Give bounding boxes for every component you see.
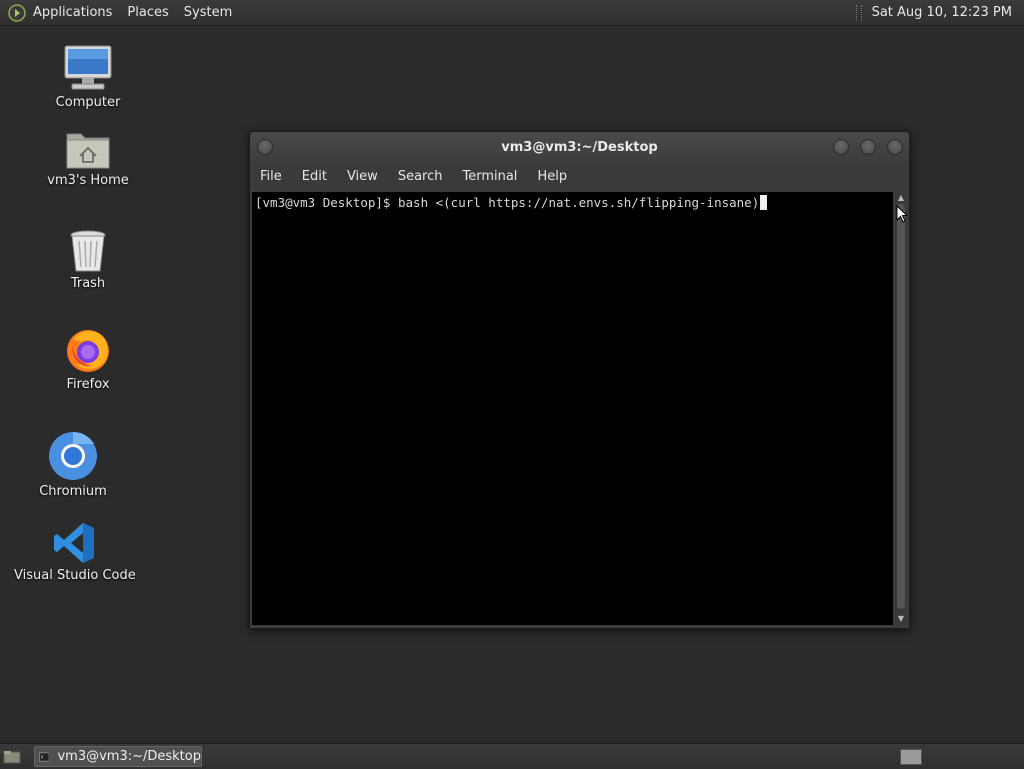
text-cursor [760,195,768,210]
terminal-command-line: [vm3@vm3 Desktop]$ bash <(curl https://n… [255,195,760,210]
taskbar-terminal-button[interactable]: vm3@vm3:~/Desktop [34,746,202,767]
terminal-titlebar[interactable]: vm3@vm3:~/Desktop [250,132,909,162]
computer-icon [64,45,112,90]
desktop-icon-label: Visual Studio Code [14,568,136,583]
scroll-down-arrow-icon[interactable]: ▼ [897,615,905,623]
terminal-icon [39,752,50,761]
menu-file[interactable]: File [260,169,282,184]
bottom-panel: vm3@vm3:~/Desktop [0,743,1024,769]
desktop-icon-label: Trash [70,276,106,291]
desktop-icon-vscode[interactable]: Visual Studio Code [14,521,136,583]
maximize-button[interactable] [860,139,876,155]
show-desktop-icon[interactable] [3,750,21,764]
desktop-icon-computer[interactable]: Computer [48,44,128,110]
terminal-menubar: File Edit View Search Terminal Help [250,162,909,190]
desktop-icon-firefox[interactable]: Firefox [58,326,118,392]
menu-applications[interactable]: Applications [33,5,112,20]
desktop-icon-label: Chromium [39,484,107,499]
clock[interactable]: Sat Aug 10, 12:23 PM [872,5,1012,20]
desktop-icon-chromium[interactable]: Chromium [33,431,113,499]
close-button[interactable] [887,139,903,155]
minimize-button[interactable] [833,139,849,155]
window-menu-button[interactable] [257,139,273,155]
terminal-output[interactable]: [vm3@vm3 Desktop]$ bash <(curl https://n… [252,192,893,625]
top-panel: Applications Places System Sat Aug 10, 1… [0,0,1024,26]
menu-terminal[interactable]: Terminal [462,169,517,184]
menu-places[interactable]: Places [127,5,168,20]
panel-separator [855,4,862,21]
terminal-scrollbar[interactable]: ▲ ▼ [895,192,907,625]
workspace-switcher[interactable] [900,749,922,765]
home-folder-icon [66,133,110,169]
scroll-up-arrow-icon[interactable]: ▲ [897,194,905,202]
window-title: vm3@vm3:~/Desktop [501,139,658,155]
scrollbar-thumb[interactable] [897,204,905,609]
desktop-icon-home[interactable]: vm3's Home [43,128,133,188]
chromium-icon [49,431,97,480]
menu-help[interactable]: Help [537,169,567,184]
menu-search[interactable]: Search [398,169,443,184]
firefox-icon [67,330,109,372]
menu-edit[interactable]: Edit [302,169,327,184]
mouse-pointer-icon [896,205,908,223]
desktop-icon-label: vm3's Home [47,173,129,188]
desktop-icon-label: Computer [55,95,121,110]
desktop-icon-label: Firefox [66,377,110,392]
desktop-icon-trash[interactable]: Trash [58,229,118,291]
terminal-window[interactable]: vm3@vm3:~/Desktop File Edit View Search … [249,131,910,629]
vscode-icon [54,523,94,563]
menu-system[interactable]: System [184,5,232,20]
mate-logo-icon[interactable] [8,3,26,22]
taskbar-item-label: vm3@vm3:~/Desktop [57,749,201,764]
menu-view[interactable]: View [347,169,378,184]
trash-icon [70,230,106,272]
